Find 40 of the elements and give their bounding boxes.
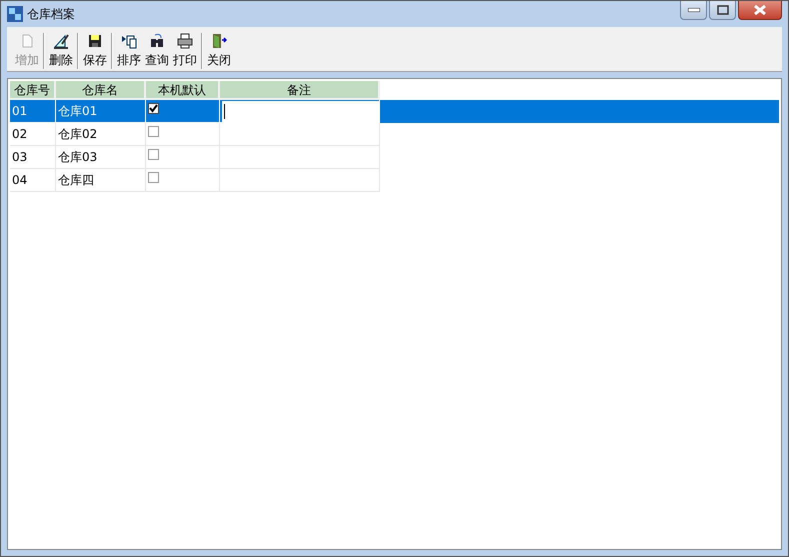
binoculars-icon (149, 33, 165, 49)
minimize-icon (688, 8, 700, 12)
column-header[interactable]: 仓库名 (56, 81, 146, 100)
table-cell: 03 (10, 146, 56, 169)
window-title: 仓库档案 (27, 6, 75, 22)
table-cell: 04 (10, 169, 56, 192)
toolbar-button[interactable]: 查询 (143, 33, 171, 69)
toolbar-button[interactable]: 关闭 (205, 33, 233, 69)
toolbar-button[interactable]: 排序 (115, 33, 143, 69)
documents-icon (121, 33, 137, 49)
table-cell: 02 (10, 123, 56, 146)
maximize-icon (716, 5, 728, 15)
checkbox[interactable] (148, 149, 159, 160)
table-row[interactable]: 04 仓库四 (10, 169, 779, 192)
column-header[interactable]: 备注 (220, 81, 380, 100)
minimize-button[interactable] (680, 1, 707, 20)
table-row[interactable]: 02 仓库02 (10, 123, 779, 146)
checkbox[interactable] (148, 103, 159, 114)
table-row[interactable]: 03 仓库03 (10, 146, 779, 169)
toolbar-button[interactable]: 删除 (47, 33, 75, 69)
table-cell: 01 (10, 100, 56, 123)
column-header[interactable]: 本机默认 (146, 81, 220, 100)
table-cell: 仓库四 (56, 169, 146, 192)
toolbar-button[interactable]: 打印 (171, 33, 199, 69)
printer-icon (177, 33, 193, 49)
table-cell: 仓库02 (56, 123, 146, 146)
table-cell: 仓库03 (56, 146, 146, 169)
checkbox[interactable] (148, 172, 159, 183)
triangle-pencil-icon (53, 33, 69, 49)
app-icon (7, 6, 23, 22)
close-button[interactable] (738, 1, 782, 20)
door-icon (211, 33, 227, 49)
close-icon (754, 5, 766, 15)
checkbox[interactable] (148, 126, 159, 137)
toolbar-button[interactable]: 保存 (81, 33, 109, 69)
selected-row-highlight[interactable]: 01 仓库01 (10, 100, 779, 123)
column-header[interactable]: 仓库号 (10, 81, 56, 100)
table-cell: 仓库01 (56, 100, 146, 123)
maximize-button[interactable] (709, 1, 736, 20)
floppy-icon (87, 33, 103, 49)
